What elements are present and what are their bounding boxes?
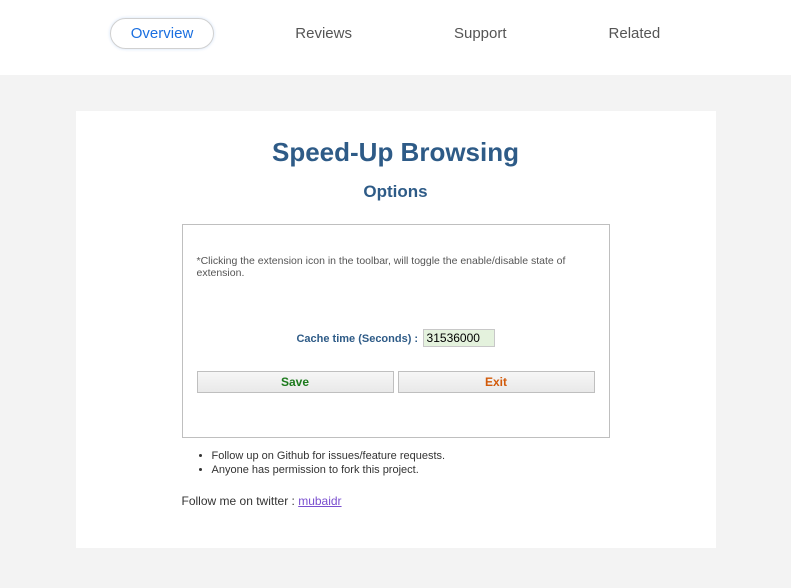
tab-reviews[interactable]: Reviews bbox=[274, 18, 373, 49]
notes-list: Follow up on Github for issues/feature r… bbox=[182, 450, 610, 476]
content-area: Speed-Up Browsing Options *Clicking the … bbox=[0, 75, 791, 588]
follow-line: Follow me on twitter : mubaidr bbox=[182, 494, 610, 508]
page-subtitle: Options bbox=[76, 182, 716, 202]
cache-field-row: Cache time (Seconds) : bbox=[197, 329, 595, 347]
hint-text: *Clicking the extension icon in the tool… bbox=[197, 255, 595, 279]
button-row: Save Exit bbox=[197, 371, 595, 393]
tab-overview[interactable]: Overview bbox=[110, 18, 215, 49]
options-card: Speed-Up Browsing Options *Clicking the … bbox=[76, 111, 716, 548]
exit-button[interactable]: Exit bbox=[398, 371, 595, 393]
page-title: Speed-Up Browsing bbox=[76, 137, 716, 168]
cache-label: Cache time (Seconds) : bbox=[296, 333, 418, 345]
note-item: Follow up on Github for issues/feature r… bbox=[212, 450, 610, 462]
tab-support[interactable]: Support bbox=[433, 18, 528, 49]
nav-bar: Overview Reviews Support Related bbox=[0, 0, 791, 75]
note-item: Anyone has permission to fork this proje… bbox=[212, 464, 610, 476]
follow-text: Follow me on twitter : bbox=[182, 494, 299, 508]
save-button[interactable]: Save bbox=[197, 371, 394, 393]
tab-related[interactable]: Related bbox=[588, 18, 682, 49]
cache-input[interactable] bbox=[423, 329, 495, 347]
twitter-link[interactable]: mubaidr bbox=[298, 494, 341, 508]
options-box: *Clicking the extension icon in the tool… bbox=[182, 224, 610, 438]
